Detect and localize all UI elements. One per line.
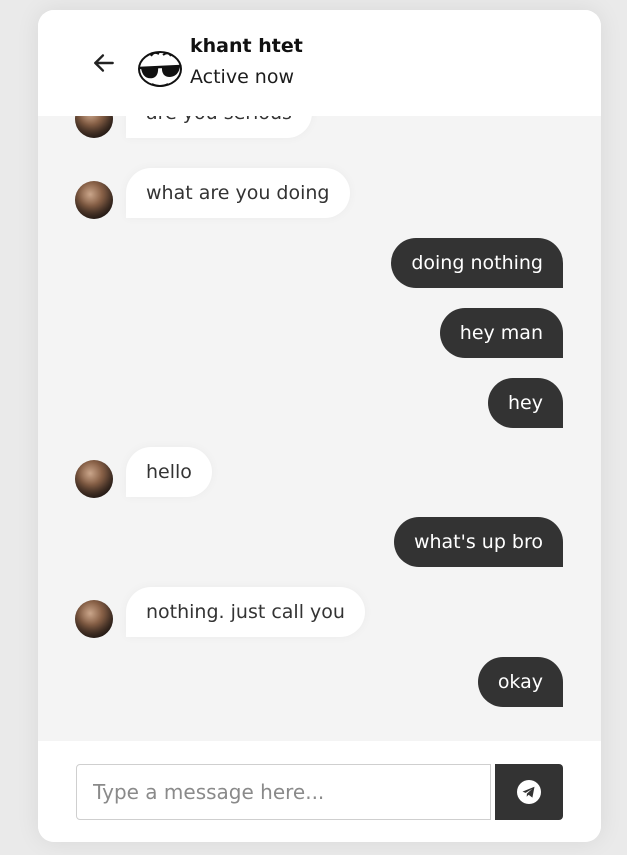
outgoing-message: hey man <box>439 308 563 358</box>
message-input[interactable] <box>76 764 491 820</box>
incoming-message: are you serious <box>126 116 312 138</box>
sender-avatar <box>75 600 113 638</box>
send-button[interactable] <box>495 764 563 820</box>
incoming-message: nothing. just call you <box>126 587 365 637</box>
incoming-message: what are you doing <box>126 168 350 218</box>
back-button[interactable] <box>88 48 120 78</box>
incoming-message: hello <box>126 447 212 497</box>
outgoing-message: doing nothing <box>391 238 563 288</box>
contact-name: khant htet <box>190 35 303 57</box>
sender-avatar <box>75 181 113 219</box>
chat-window: khant htet Active now are you serious wh… <box>38 10 601 842</box>
contact-status: Active now <box>190 66 295 88</box>
message-composer <box>38 741 601 842</box>
outgoing-message: what's up bro <box>393 517 563 567</box>
chat-header: khant htet Active now <box>38 10 601 116</box>
outgoing-message: okay <box>477 657 563 707</box>
arrow-left-icon <box>94 54 114 72</box>
message-list[interactable]: are you serious what are you doing doing… <box>38 116 601 741</box>
sender-avatar <box>75 460 113 498</box>
sender-avatar <box>75 116 113 138</box>
outgoing-message: hey <box>488 378 563 428</box>
telegram-send-icon <box>517 780 541 804</box>
sunglasses-face-icon <box>138 51 182 87</box>
